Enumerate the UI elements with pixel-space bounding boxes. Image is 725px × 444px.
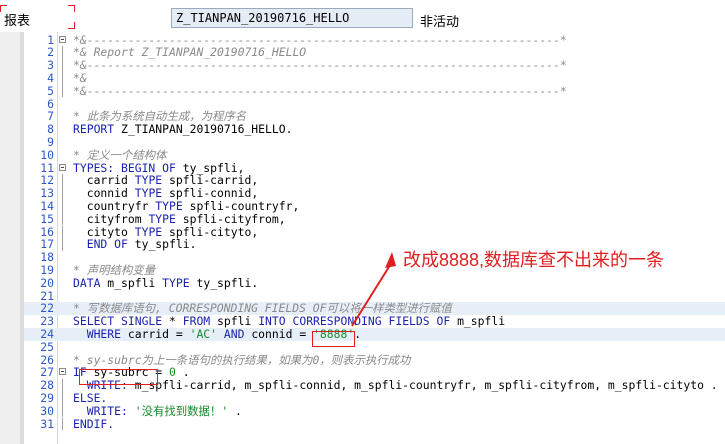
annotation-text: 改成8888,数据库查不出来的一条 <box>403 250 665 270</box>
annotation-arrow-icon <box>351 252 396 327</box>
